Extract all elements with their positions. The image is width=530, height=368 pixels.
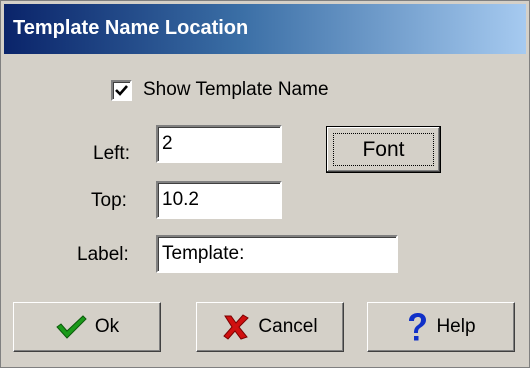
show-template-name-checkbox[interactable] <box>111 79 132 101</box>
help-button[interactable]: Help <box>367 302 515 352</box>
title-bar[interactable]: Template Name Location <box>4 4 526 54</box>
label-label: Label: <box>77 244 129 265</box>
left-label: Left: <box>93 143 130 164</box>
top-label: Top: <box>91 190 127 211</box>
top-input[interactable] <box>156 181 282 219</box>
show-template-name-label: Show Template Name <box>143 79 329 100</box>
checkmark-icon <box>55 314 87 340</box>
cancel-button[interactable]: Cancel <box>196 302 344 352</box>
left-input[interactable] <box>156 125 282 163</box>
show-template-name-row[interactable]: Show Template Name <box>111 79 329 101</box>
question-mark-icon <box>406 312 428 342</box>
font-button[interactable]: Font <box>326 126 441 173</box>
x-mark-icon <box>222 314 250 340</box>
dialog-window: Template Name Location Show Template Nam… <box>0 0 530 368</box>
ok-button[interactable]: Ok <box>13 302 161 352</box>
cancel-button-label: Cancel <box>258 316 318 337</box>
ok-button-label: Ok <box>94 316 120 337</box>
label-input[interactable] <box>156 235 398 273</box>
help-button-label: Help <box>436 316 476 337</box>
font-button-label: Font <box>333 133 434 166</box>
checkmark-glyph-icon <box>115 84 128 96</box>
dialog-title: Template Name Location <box>13 17 249 39</box>
